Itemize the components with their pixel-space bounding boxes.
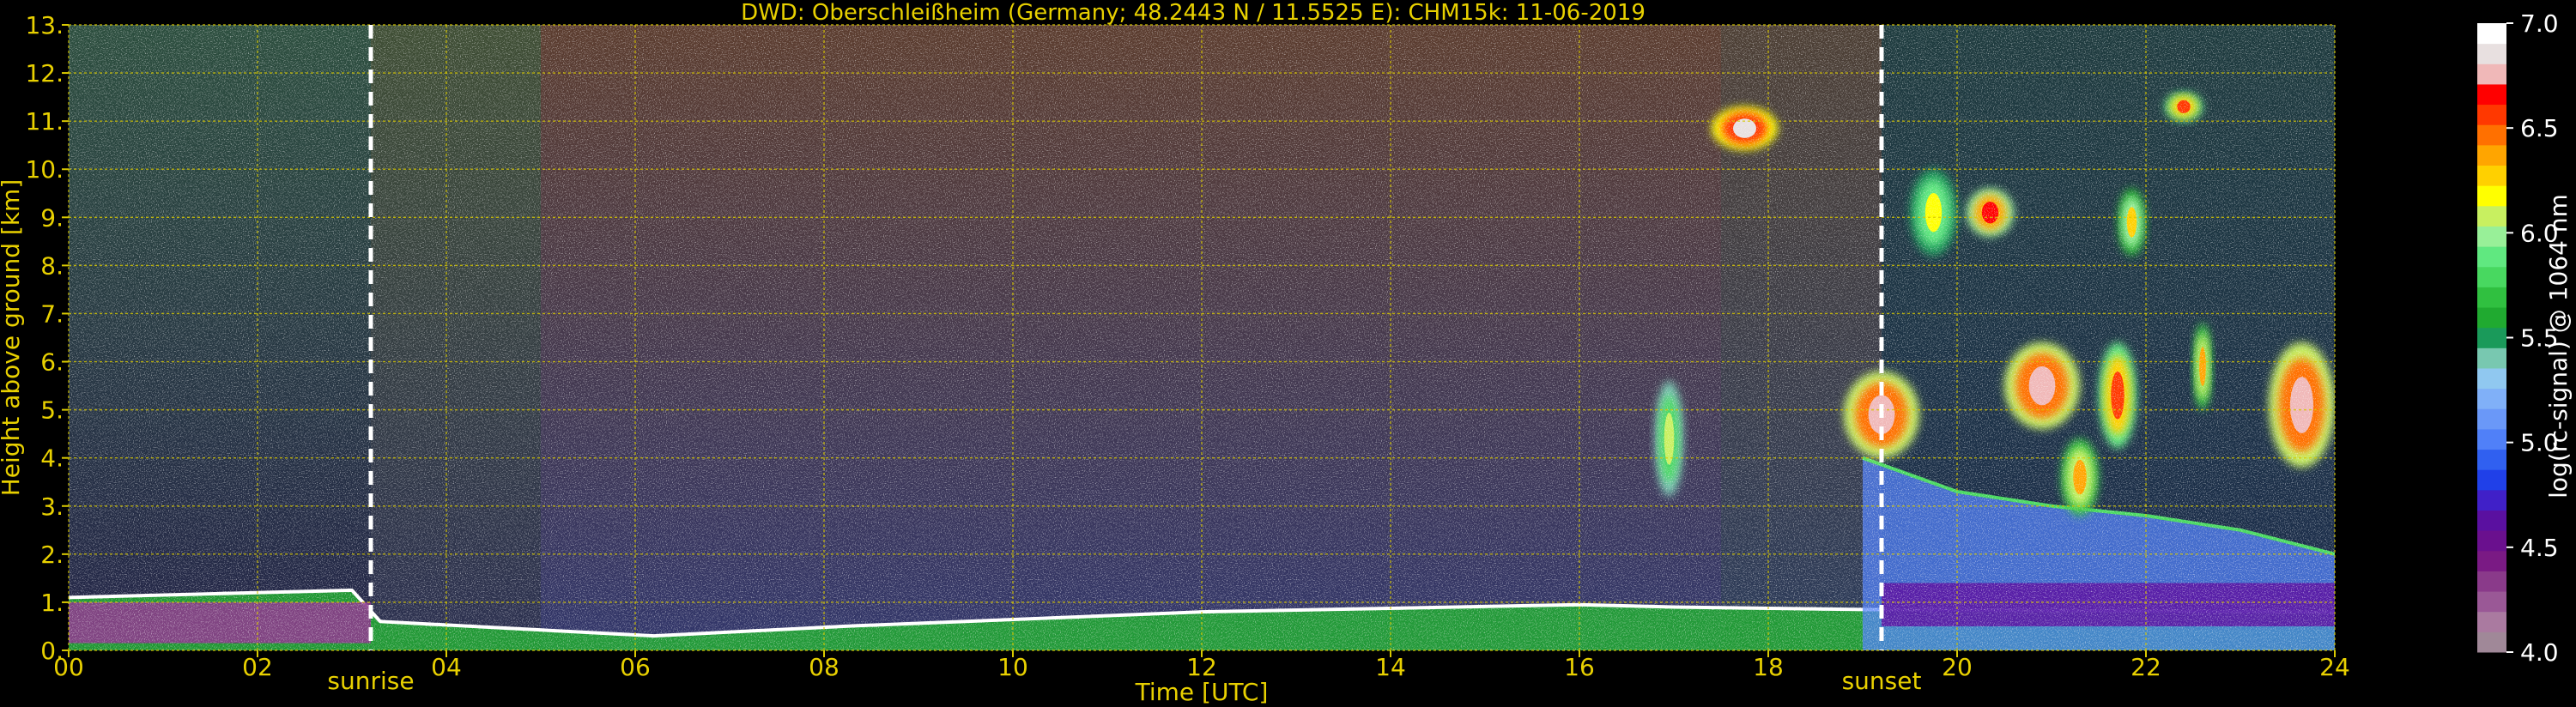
sunrise-label: sunrise	[327, 667, 414, 695]
ceilometer-chart: sunrise sunset 00 02 04 06 08 10 12 14 16 18 20 22 24…	[0, 0, 2573, 706]
x-tick-label: 24	[2319, 653, 2350, 681]
colorbar-segment	[2477, 510, 2506, 531]
y-tick-label: 11.	[25, 107, 64, 136]
x-tick-label: 02	[242, 653, 273, 681]
colorbar-segment	[2477, 185, 2506, 207]
y-tick-label: 0.	[40, 637, 64, 665]
colorbar-tick-label: 7.0	[2520, 9, 2559, 38]
colorbar-segment	[2477, 144, 2506, 166]
colorbar-segment	[2477, 124, 2506, 146]
colorbar-label: log(rc-signal) @ 1064 nm	[2544, 194, 2573, 499]
y-tick-label: 1.	[40, 589, 64, 617]
colorbar-segment	[2477, 63, 2506, 85]
colorbar: 4.04.55.05.56.06.57.0 log(rc-signal) @ 1…	[2477, 9, 2573, 667]
y-tick-label: 2.	[40, 541, 64, 569]
colorbar-segment	[2477, 408, 2506, 430]
colorbar-segment	[2477, 287, 2506, 308]
y-tick-label: 13.	[25, 11, 64, 39]
colorbar-segment	[2477, 226, 2506, 247]
colorbar-tick-label: 4.5	[2520, 534, 2559, 562]
y-tick-label: 12.	[25, 59, 64, 88]
colorbar-segment	[2477, 43, 2506, 64]
colorbar-segments	[2477, 23, 2506, 653]
colorbar-segment	[2477, 246, 2506, 268]
y-tick-label: 10.	[25, 155, 64, 184]
colorbar-segment	[2477, 449, 2506, 470]
x-axis-label: Time [UTC]	[1135, 678, 1269, 706]
y-tick-label: 5.	[40, 396, 64, 425]
colorbar-segment	[2477, 530, 2506, 552]
x-tick-label: 10	[997, 653, 1028, 681]
y-tick-label: 7.	[40, 299, 64, 328]
y-tick-label: 9.	[40, 203, 64, 232]
colorbar-segment	[2477, 591, 2506, 613]
colorbar-segment	[2477, 611, 2506, 632]
colorbar-segment	[2477, 205, 2506, 227]
x-tick-label: 22	[2131, 653, 2161, 681]
y-axis-label: Height above ground [km]	[0, 179, 25, 497]
x-tick-label: 06	[620, 653, 651, 681]
y-tick-label: 8.	[40, 251, 64, 280]
colorbar-segment	[2477, 347, 2506, 369]
colorbar-segment	[2477, 469, 2506, 491]
y-tick-label: 4.	[40, 444, 64, 473]
colorbar-segment	[2477, 165, 2506, 186]
colorbar-tick-label: 6.5	[2520, 114, 2559, 142]
colorbar-segment	[2477, 266, 2506, 287]
sunset-label: sunset	[1842, 667, 1922, 695]
x-tick-label: 04	[431, 653, 462, 681]
x-tick-label: 16	[1564, 653, 1595, 681]
colorbar-segment	[2477, 104, 2506, 125]
x-tick-label: 18	[1753, 653, 1784, 681]
colorbar-segment	[2477, 631, 2506, 653]
colorbar-segment	[2477, 83, 2506, 106]
colorbar-segment	[2477, 367, 2506, 390]
colorbar-segment	[2477, 550, 2506, 571]
colorbar-segment	[2477, 571, 2506, 592]
colorbar-segment	[2477, 489, 2506, 511]
colorbar-segment	[2477, 428, 2506, 450]
x-tick-label: 08	[809, 653, 839, 681]
colorbar-segment	[2477, 307, 2506, 329]
colorbar-tick-label: 4.0	[2520, 638, 2559, 667]
y-tick-label: 6.	[40, 348, 64, 377]
y-tick-label: 3.	[40, 492, 64, 521]
x-tick-label: 14	[1375, 653, 1406, 681]
chart-title: DWD: Oberschleißheim (Germany; 48.2443 N…	[741, 0, 1646, 26]
colorbar-segment	[2477, 388, 2506, 409]
colorbar-segment	[2477, 23, 2506, 45]
colorbar-segment	[2477, 327, 2506, 348]
x-tick-label: 20	[1942, 653, 1973, 681]
y-axis-ticks: 0. 1. 2. 3. 4. 5. 6. 7. 8. 9. 10. 11. 12. 13.	[25, 11, 69, 665]
